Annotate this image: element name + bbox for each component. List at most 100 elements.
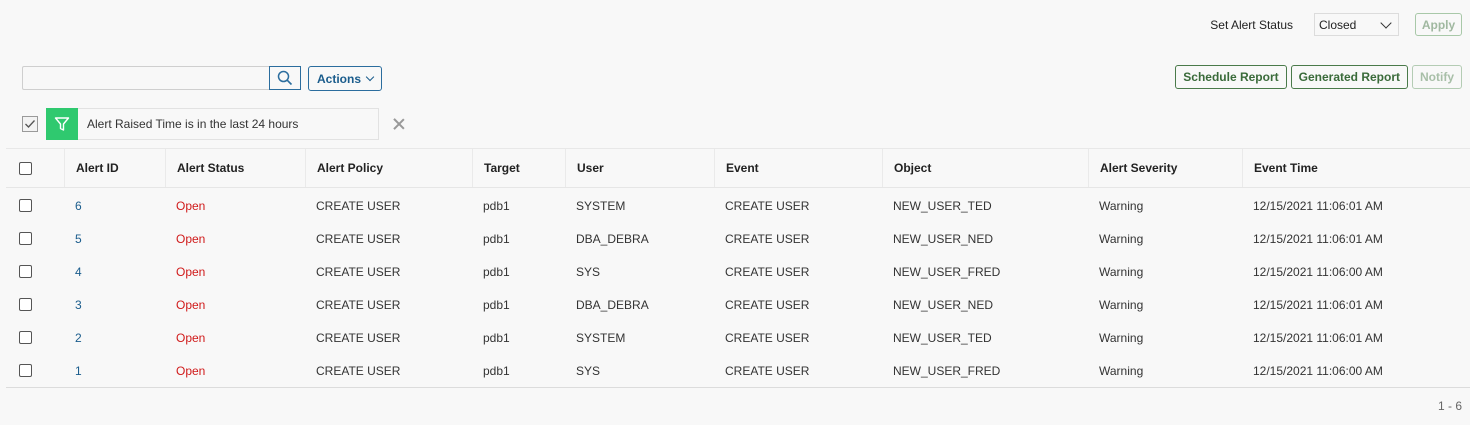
event-value: CREATE USER: [725, 198, 810, 213]
event-time-value: 12/15/2021 11:06:00 AM: [1253, 363, 1383, 378]
generated-report-button[interactable]: Generated Report: [1290, 65, 1408, 89]
object-value: NEW_USER_NED: [893, 297, 994, 312]
set-alert-status-label: Set Alert Status: [1210, 17, 1293, 32]
event-value: CREATE USER: [725, 264, 810, 279]
schedule-report-button[interactable]: Schedule Report: [1175, 65, 1287, 89]
event-time-value: 12/15/2021 11:06:01 AM: [1253, 330, 1383, 345]
alert-policy-value: CREATE USER: [316, 198, 401, 213]
row-select-cell: [6, 255, 64, 288]
user-value: SYSTEM: [576, 330, 626, 345]
alert-severity-value: Warning: [1099, 231, 1144, 246]
alert-severity-value: Warning: [1099, 264, 1144, 279]
target-value: pdb1: [483, 198, 510, 213]
event-value: CREATE USER: [725, 363, 810, 378]
table-row: 1 Open CREATE USER pdb1 SYS CREATE USER …: [6, 354, 1470, 387]
column-header-user[interactable]: User: [565, 149, 714, 187]
alert-status-value: Open: [176, 231, 206, 246]
target-value: pdb1: [483, 264, 510, 279]
actions-label: Actions: [316, 71, 361, 86]
event-time-value: 12/15/2021 11:06:00 AM: [1253, 264, 1383, 279]
column-header-target[interactable]: Target: [472, 149, 565, 187]
row-checkbox[interactable]: [19, 331, 32, 344]
object-value: NEW_USER_TED: [893, 198, 992, 213]
table-body: 6 Open CREATE USER pdb1 SYSTEM CREATE US…: [6, 188, 1470, 388]
table-row: 2 Open CREATE USER pdb1 SYSTEM CREATE US…: [6, 321, 1470, 354]
apply-button[interactable]: Apply: [1415, 13, 1462, 36]
column-header-event-time[interactable]: Event Time: [1242, 149, 1470, 187]
object-value: NEW_USER_FRED: [893, 264, 1001, 279]
alert-status-bar: Set Alert Status Closed Apply: [1210, 13, 1462, 36]
row-checkbox[interactable]: [19, 298, 32, 311]
event-time-value: 12/15/2021 11:06:01 AM: [1253, 297, 1383, 312]
column-header-object[interactable]: Object: [882, 149, 1088, 187]
alert-status-value: Open: [176, 198, 206, 213]
pagination-range: 1 - 6: [1437, 399, 1462, 413]
chevron-down-icon: [365, 72, 375, 82]
alert-id-link[interactable]: 6: [64, 189, 165, 222]
column-header-alert-status[interactable]: Alert Status: [165, 149, 305, 187]
event-value: CREATE USER: [725, 330, 810, 345]
row-select-cell: [6, 222, 64, 255]
checkmark-icon: [25, 120, 35, 128]
select-all-checkbox[interactable]: [19, 161, 32, 175]
user-value: DBA_DEBRA: [576, 231, 649, 246]
object-value: NEW_USER_FRED: [893, 363, 1001, 378]
alert-status-value: Open: [176, 264, 206, 279]
user-value: SYSTEM: [576, 198, 626, 213]
column-header-alert-id[interactable]: Alert ID: [64, 149, 165, 187]
table-row: 6 Open CREATE USER pdb1 SYSTEM CREATE US…: [6, 189, 1470, 222]
event-time-value: 12/15/2021 11:06:01 AM: [1253, 198, 1383, 213]
alert-id-link[interactable]: 1: [64, 354, 165, 387]
alert-severity-value: Warning: [1099, 297, 1144, 312]
row-checkbox[interactable]: [19, 364, 32, 377]
alert-status-value: Open: [176, 363, 206, 378]
alert-status-select[interactable]: Closed: [1314, 13, 1399, 36]
row-checkbox[interactable]: [19, 265, 32, 278]
search-input[interactable]: [22, 66, 269, 90]
alerts-table: Alert ID Alert Status Alert Policy Targe…: [6, 148, 1470, 388]
search-icon: [277, 70, 293, 86]
alert-status-selected-value: Closed: [1319, 17, 1357, 32]
alert-severity-value: Warning: [1099, 330, 1144, 345]
actions-menu-button[interactable]: Actions: [308, 66, 382, 91]
target-value: pdb1: [483, 231, 510, 246]
alert-policy-value: CREATE USER: [316, 297, 401, 312]
column-header-alert-policy[interactable]: Alert Policy: [305, 149, 472, 187]
alert-severity-value: Warning: [1099, 198, 1144, 213]
notify-button[interactable]: Notify: [1412, 65, 1462, 89]
alert-policy-value: CREATE USER: [316, 330, 401, 345]
filter-icon: [46, 107, 78, 140]
alert-status-value: Open: [176, 297, 206, 312]
table-header: Alert ID Alert Status Alert Policy Targe…: [6, 148, 1470, 188]
table-row: 3 Open CREATE USER pdb1 DBA_DEBRA CREATE…: [6, 288, 1470, 321]
close-icon[interactable]: [392, 117, 406, 131]
alert-id-link[interactable]: 5: [64, 222, 165, 255]
alert-policy-value: CREATE USER: [316, 231, 401, 246]
column-header-alert-severity[interactable]: Alert Severity: [1088, 149, 1242, 187]
search-bar: Actions: [22, 66, 382, 91]
table-row: 5 Open CREATE USER pdb1 DBA_DEBRA CREATE…: [6, 222, 1470, 255]
select-all-cell: [6, 149, 64, 187]
alert-id-link[interactable]: 3: [64, 288, 165, 321]
filter-toggle-checkbox[interactable]: [22, 116, 38, 132]
filter-description: Alert Raised Time is in the last 24 hour…: [87, 117, 299, 131]
target-value: pdb1: [483, 330, 510, 345]
object-value: NEW_USER_TED: [893, 330, 992, 345]
filter-row: Alert Raised Time is in the last 24 hour…: [22, 107, 406, 140]
filter-chip[interactable]: Alert Raised Time is in the last 24 hour…: [46, 107, 379, 140]
row-select-cell: [6, 321, 64, 354]
report-buttons: Schedule Report Generated Report Notify: [1175, 65, 1462, 89]
event-time-value: 12/15/2021 11:06:01 AM: [1253, 231, 1383, 246]
row-select-cell: [6, 354, 64, 387]
user-value: DBA_DEBRA: [576, 297, 649, 312]
alert-id-link[interactable]: 2: [64, 321, 165, 354]
user-value: SYS: [576, 363, 601, 378]
target-value: pdb1: [483, 297, 510, 312]
search-button[interactable]: [269, 66, 301, 90]
row-select-cell: [6, 189, 64, 222]
alert-id-link[interactable]: 4: [64, 255, 165, 288]
column-header-event[interactable]: Event: [714, 149, 882, 187]
alert-policy-value: CREATE USER: [316, 264, 401, 279]
row-checkbox[interactable]: [19, 232, 32, 245]
row-checkbox[interactable]: [19, 199, 32, 212]
